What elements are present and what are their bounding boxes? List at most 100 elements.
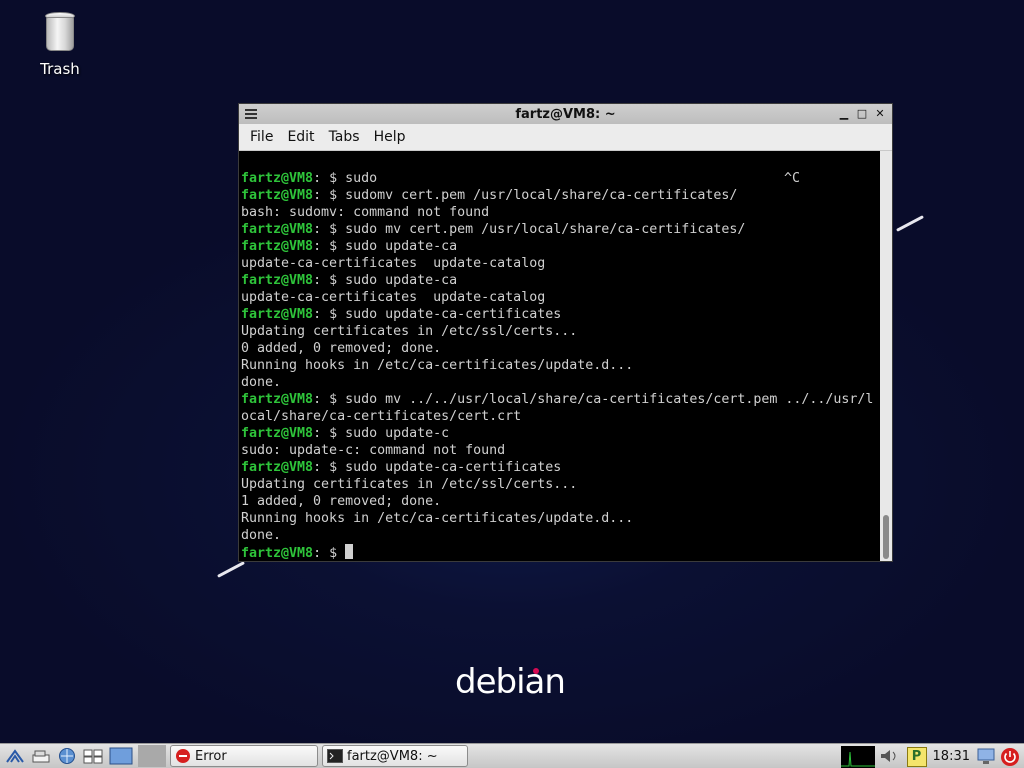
terminal-line-text: update-ca-certificates update-catalog (241, 256, 546, 271)
cpu-monitor-icon[interactable] (840, 745, 875, 768)
minimize-button[interactable]: ▁ (836, 106, 852, 122)
desktop-icon-label: Trash (40, 60, 80, 78)
terminal-line-text: ocal/share/ca-certificates/cert.crt (241, 409, 522, 424)
debian-swoosh-top (896, 215, 924, 232)
taskbar: Error fartz@VM8: ~ P 18:31 (0, 743, 1024, 768)
terminal-line: fartz@VM8: $ sudo update-ca-certificates (241, 459, 880, 476)
terminal-line-text: sudo: update-c: command not found (241, 443, 506, 458)
network-icon[interactable] (976, 747, 998, 767)
task-terminal[interactable]: fartz@VM8: ~ (322, 745, 468, 767)
terminal-line: fartz@VM8: $ sudo mv cert.pem /usr/local… (241, 221, 880, 238)
terminal-line-text: 1 added, 0 removed; done. (241, 494, 442, 509)
window-title: fartz@VM8: ~ (515, 106, 616, 122)
terminal-line: Updating certificates in /etc/ssl/certs.… (241, 323, 880, 340)
terminal-line-text: Updating certificates in /etc/ssl/certs.… (241, 324, 578, 339)
menu-help[interactable]: Help (367, 129, 413, 145)
terminal-line-tail: ^C (783, 171, 800, 186)
terminal-line: done. (241, 527, 880, 544)
terminal-line: fartz@VM8: $ sudo update-ca (241, 272, 880, 289)
terminal-line: fartz@VM8: $ sudo update-c (241, 425, 880, 442)
terminal-icon (327, 749, 343, 763)
terminal-line-text: bash: sudomv: command not found (241, 205, 490, 220)
terminal-line: Running hooks in /etc/ca-certificates/up… (241, 357, 880, 374)
menu-file[interactable]: File (243, 129, 280, 145)
text-cursor (345, 544, 354, 559)
start-menu-icon[interactable] (4, 746, 26, 766)
menu-edit[interactable]: Edit (280, 129, 321, 145)
maximize-button[interactable]: □ (854, 106, 870, 122)
terminal-line-text: : $ sudo mv ../../usr/local/share/ca-cer… (313, 392, 874, 407)
task-error[interactable]: Error (170, 745, 318, 767)
terminal-line: 1 added, 0 removed; done. (241, 493, 880, 510)
terminal-output[interactable]: fartz@VM8: $ sudo ^C fartz@VM8: $ sudomv c… (239, 151, 880, 561)
terminal-window[interactable]: fartz@VM8: ~ ▁ □ ✕ File Edit Tabs Help f… (238, 103, 893, 562)
close-button[interactable]: ✕ (872, 106, 888, 122)
terminal-line-text: done. (241, 528, 282, 543)
shell-prompt: fartz@VM8 (241, 171, 314, 186)
terminal-line-text: : $ sudo update-c (313, 426, 450, 441)
terminal-line: Updating certificates in /etc/ssl/certs.… (241, 476, 880, 493)
terminal-line: sudo: update-c: command not found (241, 442, 880, 459)
system-tray: P 18:31 (840, 744, 1024, 768)
task-label: Error (195, 748, 227, 764)
terminal-line: Running hooks in /etc/ca-certificates/up… (241, 510, 880, 527)
terminal-line-text: : $ sudo (313, 171, 378, 186)
shell-prompt: fartz@VM8 (241, 222, 314, 237)
terminal-line: fartz@VM8: $ sudo ^C (241, 170, 880, 187)
terminal-line: 0 added, 0 removed; done. (241, 340, 880, 357)
browser-icon[interactable] (56, 746, 78, 766)
terminal-line: fartz@VM8: $ sudomv cert.pem /usr/local/… (241, 187, 880, 204)
terminal-line: fartz@VM8: $ sudo update-ca (241, 238, 880, 255)
terminal-line: fartz@VM8: $ sudo mv ../../usr/local/sha… (241, 391, 880, 408)
terminal-line-text: : $ (313, 546, 346, 561)
show-desktop-icon[interactable] (30, 746, 52, 766)
terminal-scrollbar[interactable] (880, 151, 892, 561)
workspace-1-icon[interactable] (108, 746, 134, 766)
debian-swoosh-bottom (217, 561, 245, 578)
terminal-line: ocal/share/ca-certificates/cert.crt (241, 408, 880, 425)
shell-prompt: fartz@VM8 (241, 546, 314, 561)
shell-prompt: fartz@VM8 (241, 188, 314, 203)
window-titlebar[interactable]: fartz@VM8: ~ ▁ □ ✕ (239, 104, 892, 124)
terminal-line: fartz@VM8: $ sudo update-ca-certificates (241, 306, 880, 323)
terminal-line-text: : $ sudo update-ca (313, 239, 458, 254)
shell-prompt: fartz@VM8 (241, 307, 314, 322)
notification-icon[interactable]: P (906, 746, 927, 767)
scrollbar-thumb[interactable] (883, 515, 889, 559)
workspace-2-icon[interactable] (138, 745, 166, 767)
terminal-line: bash: sudomv: command not found (241, 204, 880, 221)
workspace-switcher-icon[interactable] (82, 746, 104, 766)
terminal-line-text: : $ sudo update-ca (313, 273, 458, 288)
terminal-line-text: update-ca-certificates update-catalog (241, 290, 546, 305)
debian-logo-text: debian (455, 662, 566, 702)
terminal-line-text: : $ sudomv cert.pem /usr/local/share/ca-… (313, 188, 738, 203)
shell-prompt: fartz@VM8 (241, 273, 314, 288)
task-label: fartz@VM8: ~ (347, 748, 438, 764)
terminal-line: update-ca-certificates update-catalog (241, 289, 880, 306)
terminal-line: fartz@VM8: $ (241, 544, 880, 561)
window-menu-icon[interactable] (243, 107, 259, 121)
terminal-line-text: Updating certificates in /etc/ssl/certs.… (241, 477, 578, 492)
terminal-line-text: Running hooks in /etc/ca-certificates/up… (241, 358, 634, 373)
terminal-line-text: Running hooks in /etc/ca-certificates/up… (241, 511, 634, 526)
trash-icon (45, 12, 75, 54)
error-icon (176, 749, 190, 763)
terminal-line: done. (241, 374, 880, 391)
shell-prompt: fartz@VM8 (241, 426, 314, 441)
menu-tabs[interactable]: Tabs (322, 129, 367, 145)
debian-logo-dot (533, 668, 539, 674)
clock[interactable]: 18:31 (927, 749, 976, 764)
terminal-line: update-ca-certificates update-catalog (241, 255, 880, 272)
shell-prompt: fartz@VM8 (241, 239, 314, 254)
menubar: File Edit Tabs Help (239, 124, 892, 151)
shell-prompt: fartz@VM8 (241, 392, 314, 407)
shell-prompt: fartz@VM8 (241, 460, 314, 475)
volume-icon[interactable] (879, 747, 905, 767)
terminal-line-text: : $ sudo update-ca-certificates (313, 460, 562, 475)
power-icon[interactable] (1000, 747, 1024, 767)
debian-logo: debian (430, 662, 590, 702)
terminal-line-text: 0 added, 0 removed; done. (241, 341, 442, 356)
terminal-line-text: : $ sudo mv cert.pem /usr/local/share/ca… (313, 222, 746, 237)
terminal-line-text: : $ sudo update-ca-certificates (313, 307, 562, 322)
desktop-icon-trash[interactable]: Trash (30, 12, 90, 78)
